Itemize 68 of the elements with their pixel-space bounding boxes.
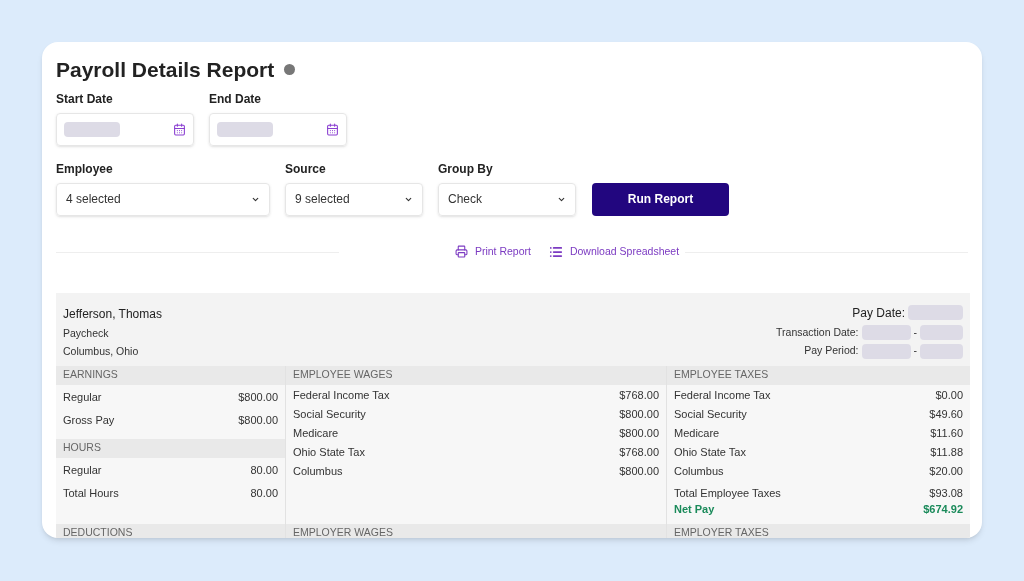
- row-amount: $49.60: [929, 406, 963, 422]
- run-report-button[interactable]: Run Report: [592, 182, 729, 216]
- select-field[interactable]: 9 selected: [285, 182, 423, 216]
- row-label: Total Hours: [63, 485, 119, 501]
- pay-info-label: Pay Period:: [804, 343, 859, 359]
- redacted-bar: [861, 343, 911, 359]
- list-icon: [548, 244, 563, 259]
- calendar-icon: [173, 122, 186, 136]
- row-label: Federal Income Tax: [293, 387, 390, 403]
- row-label: Ohio State Tax: [674, 444, 746, 460]
- redacted-bar: [64, 121, 120, 137]
- paycheck-type: Paycheck: [63, 325, 110, 341]
- row-amount: $674.92: [923, 502, 963, 518]
- row-label: Social Security: [674, 406, 747, 422]
- row-amount: $768.00: [619, 444, 659, 460]
- row-label: Total Employee Taxes: [674, 485, 781, 501]
- row-label: Columbus: [674, 463, 724, 479]
- row-amount: $11.88: [930, 444, 963, 460]
- redacted-bar: [920, 324, 963, 340]
- select-field[interactable]: 4 selected: [56, 182, 270, 216]
- row-label: Medicare: [293, 425, 339, 441]
- calendar-icon: [326, 122, 339, 136]
- row-amount: $800.00: [238, 389, 278, 405]
- print-report-link[interactable]: Print Report: [454, 243, 531, 260]
- row-amount: 80.00: [250, 485, 278, 501]
- row-label: Medicare: [674, 425, 720, 441]
- row-label: Ohio State Tax: [293, 444, 365, 460]
- download-spreadsheet-link[interactable]: Download Spreadsheet: [548, 243, 680, 260]
- date-field[interactable]: [209, 112, 347, 146]
- row-label: Columbus: [293, 463, 343, 479]
- redacted-bar: [920, 343, 963, 359]
- row-amount: 80.00: [250, 462, 278, 478]
- field-label: End Date: [209, 90, 262, 108]
- row-label: Social Security: [293, 406, 366, 422]
- pay-info-label: Pay Date:: [852, 304, 905, 322]
- row-amount: $800.00: [619, 425, 659, 441]
- row-amount: $768.00: [619, 387, 659, 403]
- redacted-bar: [861, 324, 911, 340]
- row-label: Regular: [63, 462, 102, 478]
- row-label: Federal Income Tax: [674, 387, 771, 403]
- row-amount: $800.00: [238, 412, 278, 428]
- row-amount: $800.00: [619, 463, 659, 479]
- section-header: EMPLOYEE WAGES: [286, 365, 666, 385]
- section-header: EMPLOYEE TAXES: [667, 365, 970, 385]
- field-label: Start Date: [56, 90, 114, 108]
- redacted-bar: [217, 121, 273, 137]
- field-label: Employee: [56, 160, 114, 178]
- row-amount: $800.00: [619, 406, 659, 422]
- row-amount: $20.00: [929, 463, 963, 479]
- row-label: Gross Pay: [63, 412, 115, 428]
- employee-name: Jefferson, Thomas: [63, 305, 162, 323]
- printer-icon: [454, 245, 468, 258]
- field-label: Group By: [438, 160, 494, 178]
- range-dash: -: [913, 343, 917, 359]
- page-title: Payroll Details Report: [56, 57, 275, 83]
- date-field[interactable]: [56, 112, 194, 146]
- section-header: EARNINGS: [56, 365, 285, 385]
- row-label: Regular: [63, 389, 102, 405]
- range-dash: -: [913, 324, 917, 340]
- row-amount: $93.08: [929, 485, 963, 501]
- employee-location: Columbus, Ohio: [63, 344, 140, 360]
- redacted-bar: [908, 305, 963, 320]
- select-field[interactable]: Check: [438, 182, 576, 216]
- row-label: Net Pay: [674, 502, 715, 518]
- pay-info-label: Transaction Date:: [776, 324, 859, 340]
- field-label: Source: [285, 160, 327, 178]
- row-amount: $0.00: [935, 387, 963, 403]
- row-amount: $11.60: [930, 425, 963, 441]
